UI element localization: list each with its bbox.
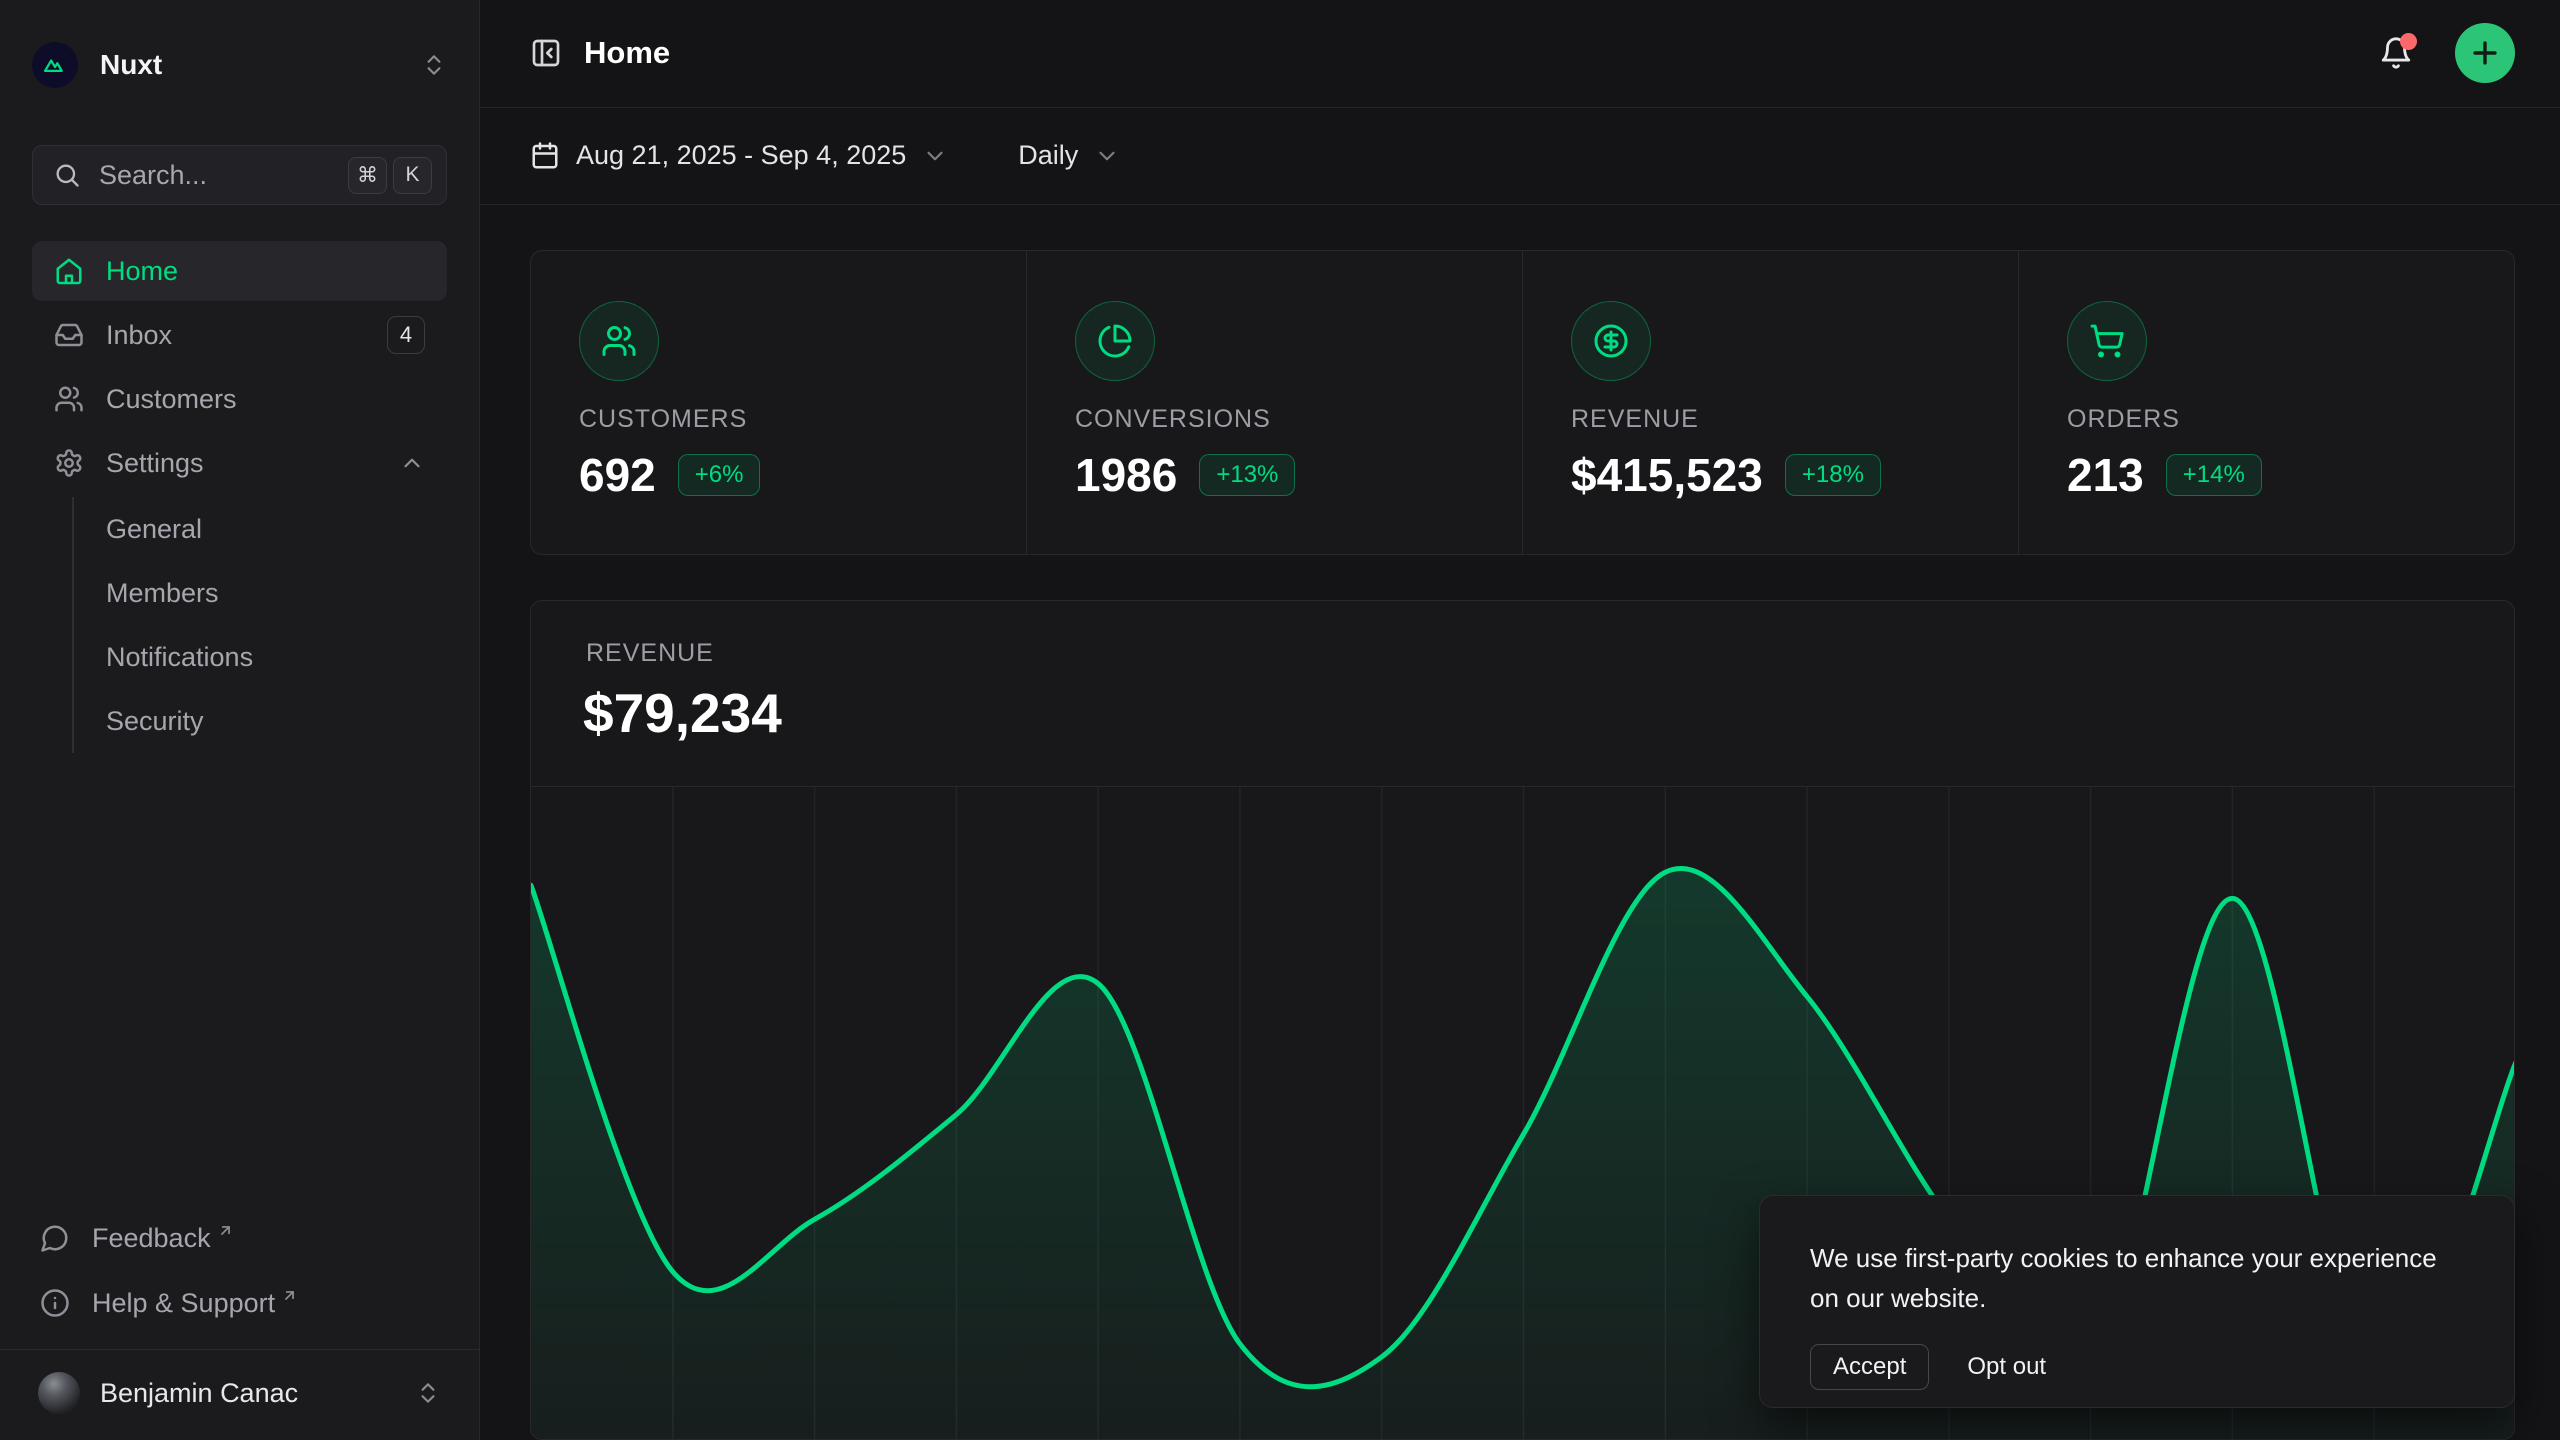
users-icon — [54, 384, 84, 414]
sidebar-item-members[interactable]: Members — [106, 561, 447, 625]
nuxt-logo-icon — [32, 42, 78, 88]
search-input[interactable]: Search... ⌘ K — [32, 145, 447, 205]
sidebar-item-feedback[interactable]: Feedback — [32, 1208, 447, 1268]
gear-icon — [54, 448, 84, 478]
stat-label: CUSTOMERS — [579, 405, 1026, 434]
stat-delta-badge: +14% — [2166, 454, 2262, 496]
stat-value: 1986 — [1075, 448, 1177, 502]
topbar-left: Home — [530, 35, 670, 71]
cookie-optout-button[interactable]: Opt out — [1967, 1353, 2046, 1381]
sidebar-item-help-support[interactable]: Help & Support — [32, 1273, 447, 1333]
sidebar-item-label: Settings — [106, 448, 204, 479]
app-root: Nuxt Search... ⌘ K — [0, 0, 2560, 1440]
stat-delta-badge: +13% — [1199, 454, 1295, 496]
date-range-picker[interactable]: Aug 21, 2025 - Sep 4, 2025 — [530, 140, 948, 171]
shopping-cart-icon — [2067, 301, 2147, 381]
cookie-accept-button[interactable]: Accept — [1810, 1344, 1929, 1390]
search-shortcut: ⌘ K — [348, 157, 432, 194]
sidebar-item-label: Feedback — [92, 1223, 211, 1254]
cookie-message: We use first-party cookies to enhance yo… — [1810, 1238, 2464, 1318]
user-menu[interactable]: Benjamin Canac — [32, 1360, 447, 1426]
external-link-arrow-icon — [217, 1222, 234, 1239]
sidebar-footer: Feedback Help & Support — [32, 1208, 447, 1333]
stat-label: REVENUE — [1571, 405, 2018, 434]
sidebar-item-label: Customers — [106, 384, 237, 415]
inbox-count-badge: 4 — [387, 316, 425, 354]
external-link-arrow-icon — [281, 1287, 298, 1304]
period-value: Daily — [1018, 140, 1078, 171]
home-icon — [54, 256, 84, 286]
sidebar-item-settings[interactable]: Settings — [32, 433, 447, 493]
settings-submenu: General Members Notifications Security — [72, 497, 447, 753]
sidebar-divider — [0, 1349, 479, 1350]
avatar — [38, 1372, 80, 1414]
inbox-icon — [54, 320, 84, 350]
plus-icon — [2468, 36, 2502, 70]
sidebar: Nuxt Search... ⌘ K — [0, 0, 480, 1440]
brand-row[interactable]: Nuxt — [32, 40, 447, 90]
stat-value: 692 — [579, 448, 656, 502]
stats-card: CUSTOMERS 692 +6% CONVERSIONS 1986 — [530, 250, 2515, 555]
stat-label: CONVERSIONS — [1075, 405, 1522, 434]
stat-value: $415,523 — [1571, 448, 1763, 502]
period-select[interactable]: Daily — [1018, 140, 1120, 171]
stat-orders: ORDERS 213 +14% — [2018, 251, 2514, 554]
sidebar-item-home[interactable]: Home — [32, 241, 447, 301]
sidebar-item-inbox[interactable]: Inbox 4 — [32, 305, 447, 365]
calendar-icon — [530, 141, 560, 171]
chevron-up-icon — [399, 450, 425, 476]
info-circle-icon — [40, 1288, 70, 1318]
chevrons-up-down-icon[interactable] — [421, 52, 447, 78]
sidebar-item-label: Help & Support — [92, 1288, 275, 1319]
add-button[interactable] — [2455, 23, 2515, 83]
stat-value: 213 — [2067, 448, 2144, 502]
users-icon — [579, 301, 659, 381]
user-name: Benjamin Canac — [100, 1378, 298, 1409]
revenue-chart-value: $79,234 — [583, 681, 782, 745]
brand-name: Nuxt — [100, 49, 162, 81]
main-area: Home — [480, 0, 2560, 1440]
stat-conversions: CONVERSIONS 1986 +13% — [1026, 251, 1522, 554]
stat-label: ORDERS — [2067, 405, 2514, 434]
sidebar-item-security[interactable]: Security — [106, 689, 447, 753]
chevrons-up-down-icon — [415, 1380, 441, 1406]
stat-delta-badge: +6% — [678, 454, 761, 496]
notification-dot — [2400, 33, 2417, 50]
stat-delta-badge: +18% — [1785, 454, 1881, 496]
sidebar-nav: Home Inbox 4 C — [32, 241, 447, 753]
sidebar-item-label: Home — [106, 256, 178, 287]
dollar-circle-icon — [1571, 301, 1651, 381]
kbd-k: K — [393, 157, 432, 194]
notifications-button[interactable] — [2379, 36, 2413, 70]
kbd-cmd: ⌘ — [348, 157, 387, 194]
stat-customers: CUSTOMERS 692 +6% — [531, 251, 1026, 554]
search-icon — [53, 161, 81, 189]
filter-toolbar: Aug 21, 2025 - Sep 4, 2025 Daily — [480, 108, 2560, 206]
chevron-down-icon — [1094, 143, 1120, 169]
cookie-banner: We use first-party cookies to enhance yo… — [1759, 1195, 2515, 1408]
sidebar-item-customers[interactable]: Customers — [32, 369, 447, 429]
date-range-value: Aug 21, 2025 - Sep 4, 2025 — [576, 140, 906, 171]
sidebar-item-general[interactable]: General — [106, 497, 447, 561]
collapse-sidebar-icon[interactable] — [530, 37, 562, 69]
stat-revenue: REVENUE $415,523 +18% — [1522, 251, 2018, 554]
revenue-chart-label: REVENUE — [586, 639, 714, 668]
sidebar-item-notifications[interactable]: Notifications — [106, 625, 447, 689]
search-placeholder: Search... — [99, 160, 207, 191]
sidebar-item-label: Inbox — [106, 320, 172, 351]
cookie-actions: Accept Opt out — [1810, 1344, 2464, 1390]
chevron-down-icon — [922, 143, 948, 169]
topbar-right — [2379, 23, 2515, 83]
chart-pie-icon — [1075, 301, 1155, 381]
message-bubble-icon — [40, 1223, 70, 1253]
topbar: Home — [480, 0, 2560, 108]
page-title: Home — [584, 35, 670, 71]
